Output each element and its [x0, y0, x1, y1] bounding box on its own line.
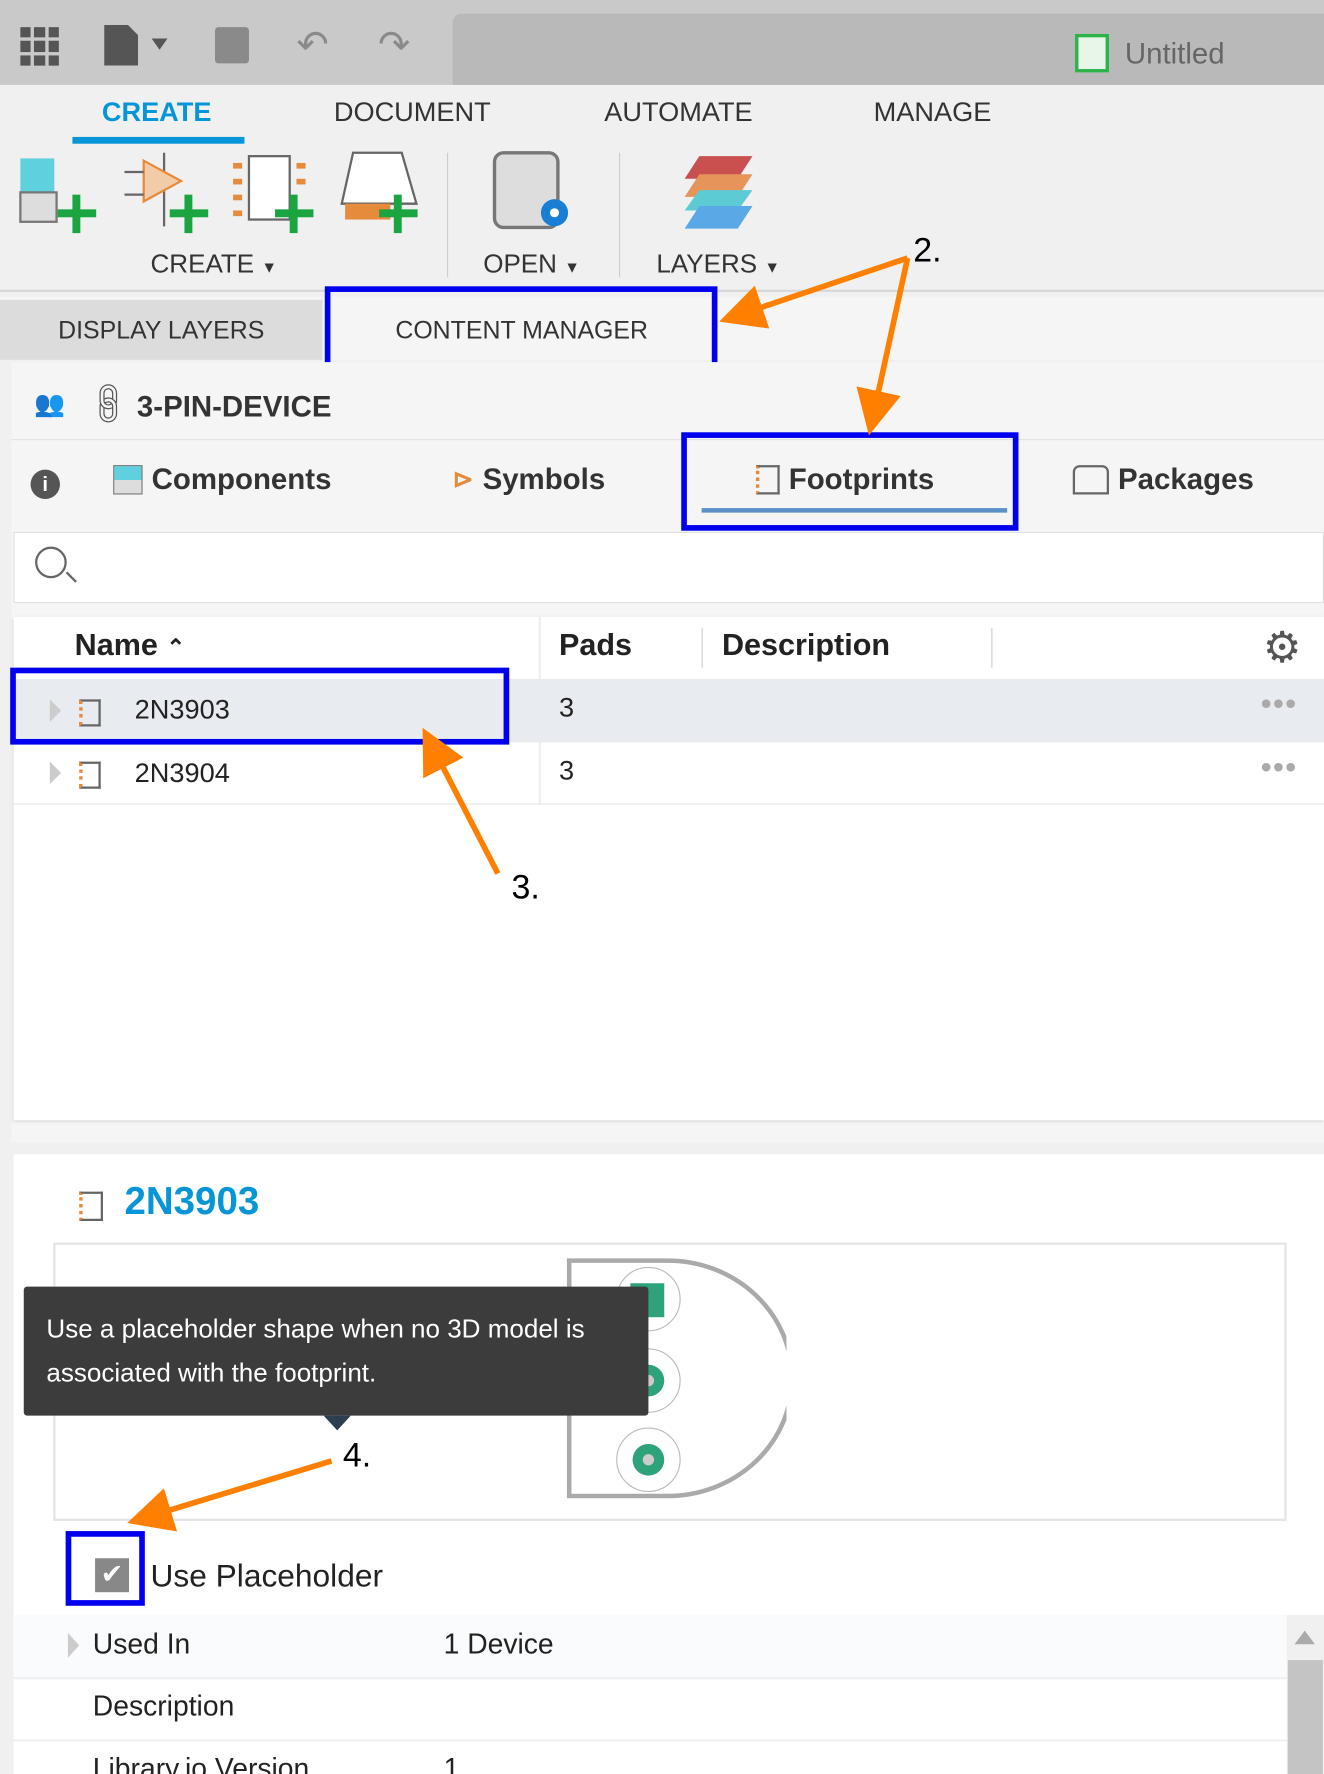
subtab-components[interactable]: Components — [113, 462, 331, 497]
save-icon[interactable] — [215, 27, 249, 64]
row-pads: 3 — [559, 692, 575, 724]
document-title[interactable]: Untitled — [1125, 36, 1225, 71]
device-name: 3-PIN-DEVICE — [136, 389, 332, 424]
search-icon-handle — [65, 571, 77, 583]
tab-display-layers[interactable]: DISPLAY LAYERS — [0, 299, 323, 360]
property-row-used-in[interactable]: Used In 1 Device — [13, 1614, 1287, 1680]
ribbon-icons — [19, 151, 753, 234]
layers-group-dropdown[interactable]: LAYERS ▼ — [656, 249, 780, 280]
tab-label: DISPLAY LAYERS — [58, 315, 265, 344]
header-label: Name — [74, 628, 158, 662]
property-row-library-version: Library.io Version 1 — [14, 1739, 1287, 1774]
chevron-down-icon[interactable] — [151, 38, 168, 50]
subtab-packages[interactable]: Packages — [1072, 461, 1254, 497]
ribbon-divider — [618, 152, 621, 278]
new-symbol-icon[interactable] — [124, 152, 209, 234]
search-icon — [35, 546, 67, 579]
new-footprint-icon[interactable] — [233, 155, 314, 234]
tab-create[interactable]: CREATE — [102, 97, 212, 129]
annotation-step-2: 2. — [913, 231, 942, 270]
column-settings-gear-icon[interactable]: ⚙ — [1263, 622, 1302, 673]
table-row[interactable]: 2N3904 3 ••• — [13, 742, 1324, 805]
undo-icon[interactable]: ↶ — [296, 23, 328, 68]
search-field[interactable] — [93, 544, 1298, 592]
highlight-box-row — [10, 667, 510, 745]
redo-icon[interactable]: ↷ — [378, 23, 410, 68]
annotation-step-3: 3. — [511, 869, 540, 907]
layers-group-label: LAYERS — [656, 248, 758, 279]
search-input[interactable] — [13, 531, 1324, 604]
expand-arrow-icon[interactable] — [67, 1632, 80, 1658]
footprint-icon — [79, 1191, 103, 1222]
caret-down-icon: ▼ — [764, 258, 781, 277]
details-title: 2N3903 — [124, 1180, 260, 1224]
property-label: Description — [92, 1690, 235, 1723]
divider — [11, 439, 1324, 441]
open-group-dropdown[interactable]: OPEN ▼ — [483, 249, 580, 280]
highlight-box-checkbox — [65, 1531, 145, 1606]
more-options-icon[interactable]: ••• — [1261, 686, 1298, 722]
new-component-icon[interactable] — [19, 158, 97, 234]
highlight-box-content-manager — [324, 286, 718, 372]
subtab-label: Symbols — [482, 461, 606, 496]
tab-manage[interactable]: MANAGE — [874, 97, 992, 129]
apps-grid-icon[interactable] — [20, 27, 59, 66]
footprint-icon — [79, 761, 101, 789]
tooltip-pointer — [323, 1415, 351, 1431]
annotation-step-4: 4. — [342, 1437, 372, 1475]
property-value: 1 — [443, 1752, 460, 1774]
scroll-up-icon[interactable] — [1294, 1630, 1315, 1645]
open-group-label: OPEN — [483, 248, 557, 279]
tooltip: Use a placeholder shape when no 3D model… — [23, 1286, 649, 1416]
subtab-label: Components — [151, 461, 332, 496]
file-menu-icon[interactable] — [104, 24, 139, 66]
ribbon-divider — [446, 152, 449, 278]
create-group-dropdown[interactable]: CREATE ▼ — [151, 249, 278, 280]
row-name: 2N3904 — [134, 758, 230, 789]
column-header-description[interactable]: Description — [722, 628, 890, 663]
property-label: Used In — [92, 1628, 191, 1661]
layers-icon[interactable] — [684, 156, 753, 229]
tab-document[interactable]: DOCUMENT — [334, 97, 491, 129]
open-library-icon[interactable] — [492, 151, 569, 230]
info-icon[interactable]: i — [30, 469, 60, 500]
column-divider — [701, 628, 703, 668]
property-row-description: Description — [13, 1677, 1287, 1742]
tooltip-text: Use a placeholder shape when no 3D model… — [46, 1313, 585, 1388]
property-label: Library.io Version — [92, 1752, 310, 1774]
more-options-icon[interactable]: ••• — [1261, 749, 1298, 785]
component-icon — [113, 464, 143, 494]
scrollbar-thumb[interactable] — [1287, 1660, 1323, 1774]
column-divider — [991, 628, 993, 668]
subtab-symbols[interactable]: ⊳ Symbols — [453, 462, 606, 497]
subtab-label: Packages — [1118, 461, 1254, 496]
highlight-box-footprints — [681, 432, 1019, 531]
caret-down-icon: ▼ — [564, 258, 580, 277]
caret-down-icon: ▼ — [261, 258, 278, 277]
use-placeholder-label[interactable]: Use Placeholder — [151, 1558, 383, 1594]
new-package-icon[interactable] — [340, 151, 418, 234]
tab-automate[interactable]: AUTOMATE — [604, 97, 752, 129]
package-icon — [1072, 464, 1109, 494]
scrollbar[interactable] — [1286, 1614, 1324, 1774]
sort-ascending-icon: ⌃ — [166, 635, 186, 661]
column-header-name[interactable]: Name ⌃ — [75, 628, 186, 663]
schematic-doc-icon — [1075, 33, 1109, 73]
tab-create-underline — [72, 136, 245, 144]
column-header-pads[interactable]: Pads — [559, 628, 632, 663]
row-pads: 3 — [559, 755, 575, 787]
team-icon: 👥 — [33, 389, 65, 418]
symbol-icon: ⊳ — [452, 464, 474, 493]
property-value: 1 Device — [443, 1628, 554, 1661]
expand-arrow-icon[interactable] — [49, 761, 62, 785]
create-group-label: CREATE — [150, 248, 255, 279]
